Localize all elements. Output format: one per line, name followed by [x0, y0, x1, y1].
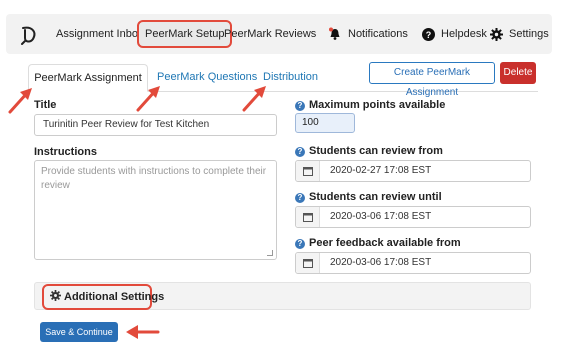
feedback-from-label-text: Peer feedback available from — [309, 237, 461, 249]
delete-button[interactable]: Delete — [500, 62, 536, 84]
nav-helpdesk-label: Helpdesk — [441, 28, 487, 40]
review-until-value: 2020-03-06 17:08 EST — [330, 211, 432, 222]
calendar-icon — [303, 167, 313, 176]
review-until-label: ? Students can review until — [295, 191, 442, 203]
tab-peermark-assignment[interactable]: PeerMark Assignment — [28, 64, 148, 92]
turnitin-logo-icon[interactable] — [18, 24, 40, 46]
nav-notifications-label: Notifications — [348, 28, 408, 40]
svg-text:?: ? — [426, 30, 432, 40]
nav-peermark-reviews[interactable]: PeerMark Reviews — [224, 14, 316, 54]
max-points-label-text: Maximum points available — [309, 99, 446, 111]
top-nav: Assignment Inbox PeerMark Setup PeerMark… — [6, 14, 552, 54]
annotation-arrow-icon — [126, 325, 160, 339]
feedback-from-value: 2020-03-06 17:08 EST — [330, 257, 432, 268]
calendar-icon — [303, 213, 313, 222]
additional-settings-label: Additional Settings — [64, 291, 165, 303]
help-icon[interactable]: ? — [295, 239, 305, 249]
save-continue-button[interactable]: Save & Continue — [40, 322, 118, 342]
nav-peermark-setup[interactable]: PeerMark Setup — [137, 20, 233, 48]
title-label: Title — [34, 99, 57, 111]
annotation-arrow-icon — [136, 86, 160, 112]
additional-settings-toggle[interactable]: Additional Settings — [50, 284, 164, 310]
instructions-placeholder: Provide students with instructions to co… — [41, 166, 267, 191]
create-peermark-assignment-button[interactable]: Create PeerMark Assignment — [369, 62, 495, 98]
nav-settings[interactable]: Settings — [490, 14, 549, 54]
review-from-label-text: Students can review from — [309, 145, 443, 157]
bell-icon — [329, 27, 340, 40]
max-points-label: ? Maximum points available — [295, 99, 445, 111]
calendar-button[interactable] — [296, 253, 320, 273]
review-from-label: ? Students can review from — [295, 145, 443, 157]
calendar-icon — [303, 259, 313, 268]
review-until-field[interactable]: 2020-03-06 17:08 EST — [295, 206, 531, 228]
max-points-input[interactable]: 100 — [295, 113, 355, 133]
nav-assignment-inbox[interactable]: Assignment Inbox — [56, 14, 143, 54]
review-until-label-text: Students can review until — [309, 191, 442, 203]
question-circle-icon: ? — [422, 27, 435, 41]
annotation-arrow-icon — [242, 86, 266, 112]
feedback-from-label: ? Peer feedback available from — [295, 237, 461, 249]
feedback-from-field[interactable]: 2020-03-06 17:08 EST — [295, 252, 531, 274]
help-icon[interactable]: ? — [295, 193, 305, 203]
title-input[interactable]: Turinitin Peer Review for Test Kitchen — [34, 114, 277, 136]
review-from-value: 2020-02-27 17:08 EST — [330, 165, 432, 176]
calendar-button[interactable] — [296, 207, 320, 227]
calendar-button[interactable] — [296, 161, 320, 181]
instructions-textarea[interactable]: Provide students with instructions to co… — [34, 160, 277, 260]
help-icon[interactable]: ? — [295, 147, 305, 157]
help-icon[interactable]: ? — [295, 101, 305, 111]
nav-settings-label: Settings — [509, 28, 549, 40]
nav-helpdesk[interactable]: ? Helpdesk — [422, 14, 487, 54]
instructions-label: Instructions — [34, 146, 97, 158]
nav-notifications[interactable]: Notifications — [328, 14, 408, 54]
review-from-field[interactable]: 2020-02-27 17:08 EST — [295, 160, 531, 182]
gear-icon — [50, 290, 61, 301]
resize-handle-icon[interactable] — [267, 250, 273, 256]
gear-icon — [490, 27, 503, 41]
